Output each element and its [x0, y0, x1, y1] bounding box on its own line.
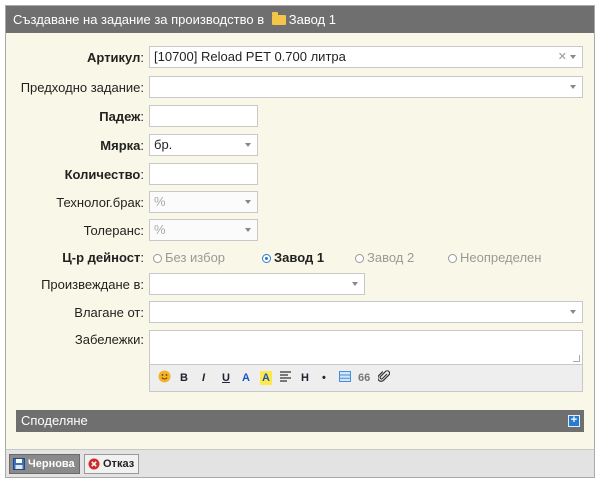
- radio-plant-2[interactable]: Завод 2: [355, 246, 414, 270]
- attach-icon[interactable]: [377, 370, 391, 387]
- cancel-icon: [88, 458, 100, 470]
- chevron-down-icon: [245, 200, 251, 204]
- dialog-title-folder: Завод 1: [288, 12, 336, 27]
- heading-button[interactable]: H: [301, 371, 309, 385]
- draft-button[interactable]: Чернова: [9, 454, 80, 474]
- tolerance-placeholder: %: [154, 222, 166, 237]
- cancel-label: Отказ: [103, 458, 135, 470]
- input-from-label: Влагане от:: [74, 305, 144, 320]
- folder-icon: [271, 12, 286, 25]
- radio-checked-icon: [262, 254, 271, 263]
- radio-label: Без избор: [165, 250, 226, 265]
- tech-waste-label: Технолог.брак:: [56, 195, 144, 210]
- font-color-button[interactable]: A: [242, 371, 250, 385]
- due-date-input[interactable]: [149, 105, 258, 127]
- sharing-label: Споделяне: [21, 413, 88, 428]
- tech-waste-placeholder: %: [154, 194, 166, 209]
- produce-in-select[interactable]: [149, 273, 365, 295]
- sharing-section[interactable]: Споделяне +: [16, 410, 584, 432]
- chevron-down-icon: [570, 310, 576, 314]
- radio-icon: [448, 254, 457, 263]
- due-label: Падеж:: [99, 109, 144, 124]
- chevron-down-icon: [245, 143, 251, 147]
- dialog-footer: Чернова Отказ: [6, 449, 594, 477]
- quantity-input[interactable]: [149, 163, 258, 185]
- row-produce-in: Произвеждане в:: [6, 273, 594, 297]
- expand-icon[interactable]: +: [568, 415, 580, 427]
- row-tolerance: Толеранс: %: [6, 219, 594, 243]
- editor-toolbar: B I U A A H • 66: [149, 365, 583, 392]
- draft-label: Чернова: [28, 458, 75, 470]
- resize-handle[interactable]: [573, 355, 580, 362]
- italic-button[interactable]: I: [202, 371, 205, 385]
- row-previous-task: Предходно задание:: [6, 76, 594, 100]
- radio-plant-1[interactable]: Завод 1: [262, 246, 324, 270]
- chevron-down-icon: [352, 282, 358, 286]
- unit-select[interactable]: бр.: [149, 134, 258, 156]
- bold-button[interactable]: B: [180, 371, 188, 385]
- row-activity-center: Ц-р дейност: Без избор Завод 1 Завод 2 Н…: [6, 246, 594, 270]
- table-icon[interactable]: [339, 371, 351, 386]
- notes-label: Забележки:: [74, 332, 144, 347]
- article-value: [10700] Reload PET 0.700 литра: [154, 49, 346, 64]
- row-quantity: Количество:: [6, 163, 594, 187]
- row-input-from: Влагане от:: [6, 301, 594, 325]
- row-unit: Мярка: бр.: [6, 134, 594, 158]
- tolerance-select[interactable]: %: [149, 219, 258, 241]
- highlight-button[interactable]: A: [260, 371, 272, 385]
- bullet-list-button[interactable]: •: [322, 371, 326, 385]
- produce-in-label: Произвеждане в:: [41, 277, 144, 292]
- radio-label: Завод 2: [367, 250, 415, 265]
- activity-center-label: Ц-р дейност:: [62, 250, 144, 265]
- clear-icon[interactable]: ✕: [558, 47, 567, 67]
- row-tech-waste: Технолог.брак: %: [6, 191, 594, 215]
- tolerance-label: Толеранс:: [83, 223, 144, 238]
- previous-task-select[interactable]: [149, 76, 583, 98]
- row-due: Падеж:: [6, 105, 594, 129]
- save-icon: [13, 458, 25, 470]
- dialog-titlebar: Създаване на задание за производство в З…: [6, 6, 594, 33]
- radio-undefined[interactable]: Неопределен: [448, 246, 541, 270]
- emoji-icon[interactable]: [158, 370, 171, 387]
- notes-textarea[interactable]: [149, 330, 583, 365]
- row-article: Артикул: [10700] Reload PET 0.700 литра …: [6, 46, 594, 70]
- quantity-label: Количество:: [64, 167, 144, 182]
- chevron-down-icon: [245, 228, 251, 232]
- radio-no-choice[interactable]: Без избор: [153, 246, 225, 270]
- previous-task-label: Предходно задание:: [20, 80, 144, 95]
- unit-value: бр.: [154, 137, 173, 152]
- production-task-dialog: Създаване на задание за производство в З…: [5, 5, 595, 478]
- radio-label: Неопределен: [460, 250, 542, 265]
- radio-label: Завод 1: [274, 250, 325, 265]
- dialog-title: Създаване на задание за производство в: [13, 12, 265, 27]
- input-from-select[interactable]: [149, 301, 583, 323]
- article-select[interactable]: [10700] Reload PET 0.700 литра ✕: [149, 46, 583, 68]
- quote-button[interactable]: 66: [358, 371, 370, 385]
- underline-button[interactable]: U: [222, 371, 230, 385]
- chevron-down-icon: [570, 85, 576, 89]
- align-icon[interactable]: [280, 371, 291, 386]
- cancel-button[interactable]: Отказ: [84, 454, 140, 474]
- article-label: Артикул:: [87, 50, 144, 65]
- tech-waste-select[interactable]: %: [149, 191, 258, 213]
- radio-icon: [153, 254, 162, 263]
- radio-icon: [355, 254, 364, 263]
- unit-label: Мярка:: [100, 138, 144, 153]
- chevron-down-icon: [570, 55, 576, 59]
